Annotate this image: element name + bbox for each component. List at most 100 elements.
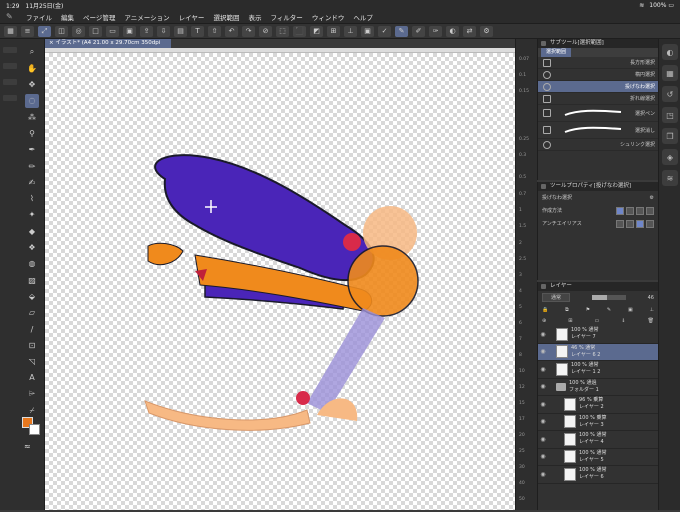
wrench-icon[interactable]: ⚙ (650, 195, 654, 201)
lock-icon[interactable]: 🔒 (542, 307, 548, 313)
transparent-color-icon[interactable]: ≈ (24, 442, 31, 451)
layer-row[interactable]: ◉ 100 % 通常 レイヤー 6 (538, 466, 658, 484)
snap-grid-icon[interactable]: ▣ (361, 25, 374, 37)
reference-icon[interactable]: ⚑ (586, 307, 590, 313)
eye-icon[interactable]: ◉ (538, 471, 548, 478)
menu-file[interactable]: ファイル (26, 12, 52, 22)
size-1[interactable]: 1 (519, 208, 522, 213)
redo-icon[interactable]: ↷ (242, 25, 255, 37)
layer-row[interactable]: ◉ 100 % 通常 レイヤー 5 (538, 449, 658, 466)
pen-pressure-icon[interactable]: ✎ (395, 25, 408, 37)
layer-row[interactable]: ◉ 100 % 通常 レイヤー 7 (538, 326, 658, 344)
drawing-canvas[interactable] (45, 53, 515, 510)
lasso-icon[interactable]: ◌ (25, 93, 39, 108)
brush-icon[interactable]: ✍ (25, 175, 39, 189)
new-layer-icon[interactable]: ⊕ (542, 318, 546, 324)
size-3[interactable]: 3 (519, 273, 522, 278)
menu-view[interactable]: 表示 (248, 12, 261, 22)
menu-help[interactable]: ヘルプ (353, 12, 373, 22)
size-17[interactable]: 17 (519, 417, 525, 422)
airbrush-icon[interactable]: ⌇ (25, 192, 39, 206)
size-4[interactable]: 4 (519, 289, 522, 294)
subtool-shrink-select[interactable]: シュリンク選択 (538, 139, 658, 151)
color-set-icon[interactable]: ▦ (662, 65, 678, 81)
eye-icon[interactable]: ◉ (538, 453, 548, 460)
size-6[interactable]: 6 (519, 321, 522, 326)
size-40[interactable]: 40 (519, 481, 525, 486)
size-0-07[interactable]: 0.07 (519, 57, 529, 62)
menu-edit[interactable]: 編集 (61, 12, 74, 22)
clip-icon[interactable]: ⧉ (565, 307, 569, 313)
color-wheel-icon[interactable]: ◐ (662, 44, 678, 60)
eye-icon[interactable]: ◉ (538, 383, 548, 390)
menu-page[interactable]: ページ管理 (83, 12, 115, 22)
mask-icon[interactable]: ▣ (628, 307, 633, 313)
eye-icon[interactable]: ◉ (538, 436, 548, 443)
eye-icon[interactable]: ◉ (538, 401, 548, 408)
eraser-icon[interactable]: ◆ (25, 224, 39, 238)
subtool-tab[interactable]: 選択範囲 (541, 48, 572, 57)
size-slot[interactable] (3, 79, 17, 85)
ruler-icon[interactable]: ◹ (25, 355, 39, 369)
subtool-selection-pen[interactable]: 選択ペン (538, 105, 658, 122)
layer-row[interactable]: ◉ 100 % 通常 レイヤー 4 (538, 431, 658, 449)
hand-icon[interactable]: ✋ (25, 61, 39, 75)
grid-icon[interactable]: ▦ (4, 25, 17, 37)
eyedropper-tool-icon[interactable]: ⚲ (25, 126, 39, 140)
fill-icon[interactable]: ◍ (25, 257, 39, 271)
eye-icon[interactable]: ◉ (538, 348, 548, 355)
ruler-layer-icon[interactable]: ⊥ (650, 307, 654, 313)
magic-wand-icon[interactable]: ⁂ (25, 110, 39, 124)
gradient-icon[interactable]: ▨ (25, 273, 39, 287)
creation-method-options[interactable] (614, 206, 654, 215)
size-7[interactable]: 7 (519, 337, 522, 342)
rotate-icon[interactable]: ◎ (72, 25, 85, 37)
decoration-icon[interactable]: ✦ (25, 208, 39, 222)
layer-row[interactable]: ◉ 46 % 通常 レイヤー 6 2 (538, 343, 658, 361)
subtool-selection-eraser[interactable]: 選択消し (538, 122, 658, 139)
size-1-5[interactable]: 1.5 (519, 224, 526, 229)
layer-property-icon[interactable]: ◈ (662, 149, 678, 165)
eye-icon[interactable]: ◉ (538, 331, 548, 338)
blend-icon[interactable]: ❖ (25, 241, 39, 255)
size-0-5[interactable]: 0.5 (519, 175, 526, 180)
image-icon[interactable]: ▤ (174, 25, 187, 37)
save-icon[interactable]: ▣ (123, 25, 136, 37)
size-0-3[interactable]: 0.3 (519, 153, 526, 158)
shrink-icon[interactable]: ◫ (55, 25, 68, 37)
antialias-options[interactable] (614, 219, 654, 228)
subtool-ellipse-select[interactable]: 楕円選択 (538, 69, 658, 81)
invert-selection-icon[interactable]: ◩ (310, 25, 323, 37)
upload-icon[interactable]: ⇧ (208, 25, 221, 37)
size-slot[interactable] (3, 63, 17, 69)
sub-color[interactable] (29, 424, 40, 435)
text-tool-icon[interactable]: A (25, 371, 39, 385)
size-2[interactable]: 2 (519, 241, 522, 246)
size-8[interactable]: 8 (519, 353, 522, 358)
eyedropper-icon[interactable]: ✑ (429, 25, 442, 37)
size-50[interactable]: 50 (519, 497, 525, 502)
pen-icon[interactable]: ✐ (412, 25, 425, 37)
size-20[interactable]: 20 (519, 433, 525, 438)
eye-icon[interactable]: ◉ (538, 418, 548, 425)
layer-row[interactable]: ◉ 100 % 通過 フォルダー 1 (538, 379, 658, 396)
line-icon[interactable]: / (25, 322, 39, 336)
merge-icon[interactable]: ⇓ (621, 318, 625, 324)
new-vector-icon[interactable]: ⊞ (568, 318, 572, 324)
size-25[interactable]: 25 (519, 449, 525, 454)
open-folder-icon[interactable]: ▭ (106, 25, 119, 37)
download-icon[interactable]: ⇩ (157, 25, 170, 37)
size-15[interactable]: 15 (519, 401, 525, 406)
navigator-icon[interactable]: ◳ (662, 107, 678, 123)
shape-icon[interactable]: ▱ (25, 306, 39, 320)
document-tab[interactable]: × イラスト* (A4 21.00 x 29.70cm 350dpi 35.6%… (45, 39, 171, 55)
size-0-1[interactable]: 0.1 (519, 73, 526, 78)
snap-point-icon[interactable]: ✓ (378, 25, 391, 37)
bucket-icon[interactable]: ⬙ (25, 289, 39, 303)
select-all-icon[interactable]: ⬛ (293, 25, 306, 37)
export-icon[interactable]: ⇪ (140, 25, 153, 37)
menu-selection[interactable]: 選択範囲 (213, 12, 239, 22)
move-icon[interactable]: ✥ (25, 78, 39, 92)
opacity-value[interactable]: 46 (648, 295, 654, 301)
swap-icon[interactable]: ⇄ (463, 25, 476, 37)
